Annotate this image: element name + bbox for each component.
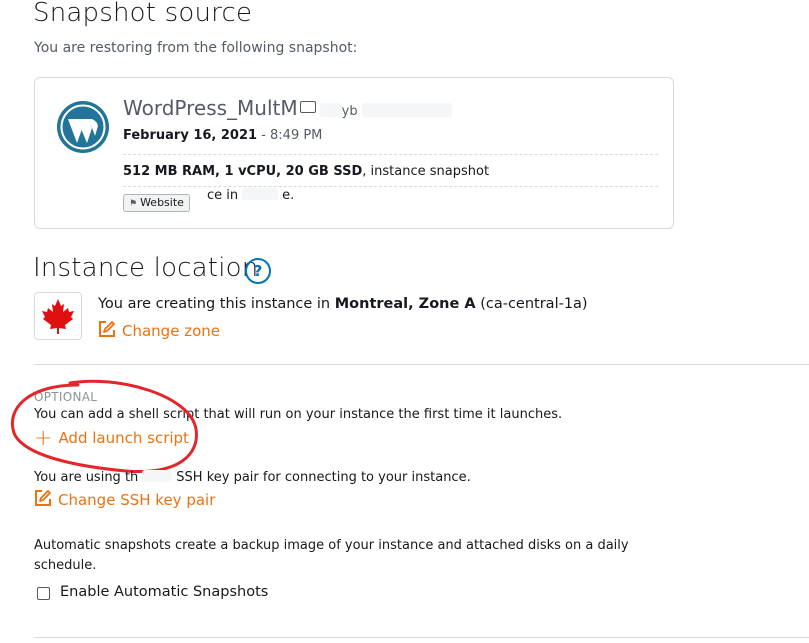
- snapshot-location-text: ce in e.: [207, 188, 295, 203]
- snapshot-specs: 512 MB RAM, 1 vCPU, 20 GB SSD, instance …: [123, 164, 490, 179]
- change-zone-link[interactable]: Change zone: [98, 320, 220, 340]
- canada-flag-icon: [34, 292, 82, 340]
- red-annotation-circle: [11, 379, 198, 474]
- card-divider: [123, 186, 658, 187]
- snapshot-name: WordPress_MultM yb: [123, 96, 452, 120]
- tag-icon: ⚑: [129, 199, 138, 209]
- edit-icon: [35, 490, 51, 506]
- card-divider: [123, 154, 658, 155]
- instance-location-heading: Instance location: [33, 253, 259, 283]
- snapshot-source-subtitle: You are restoring from the following sna…: [34, 40, 358, 56]
- section-divider: [34, 364, 809, 365]
- instance-location-text: You are creating this instance in Montre…: [98, 296, 588, 312]
- bottom-divider: [34, 637, 809, 638]
- edit-icon: [99, 321, 115, 337]
- snapshot-source-heading: Snapshot source: [33, 0, 253, 28]
- tag-badge[interactable]: ⚑ Website: [123, 194, 190, 212]
- enable-auto-snapshots-checkbox[interactable]: [37, 587, 50, 600]
- ssh-description: You are using th SSH key pair for connect…: [34, 470, 471, 485]
- enable-auto-snapshots-label[interactable]: Enable Automatic Snapshots: [60, 584, 268, 600]
- snapshot-card: WordPress_MultM yb February 16, 2021 - 8:…: [34, 77, 674, 229]
- help-icon[interactable]: ?: [245, 258, 271, 284]
- auto-snapshots-description: Automatic snapshots create a backup imag…: [34, 538, 629, 573]
- wordpress-logo-icon: [57, 101, 109, 153]
- change-ssh-key-pair-link[interactable]: Change SSH key pair: [34, 489, 215, 509]
- snapshot-date: February 16, 2021 - 8:49 PM: [123, 128, 323, 143]
